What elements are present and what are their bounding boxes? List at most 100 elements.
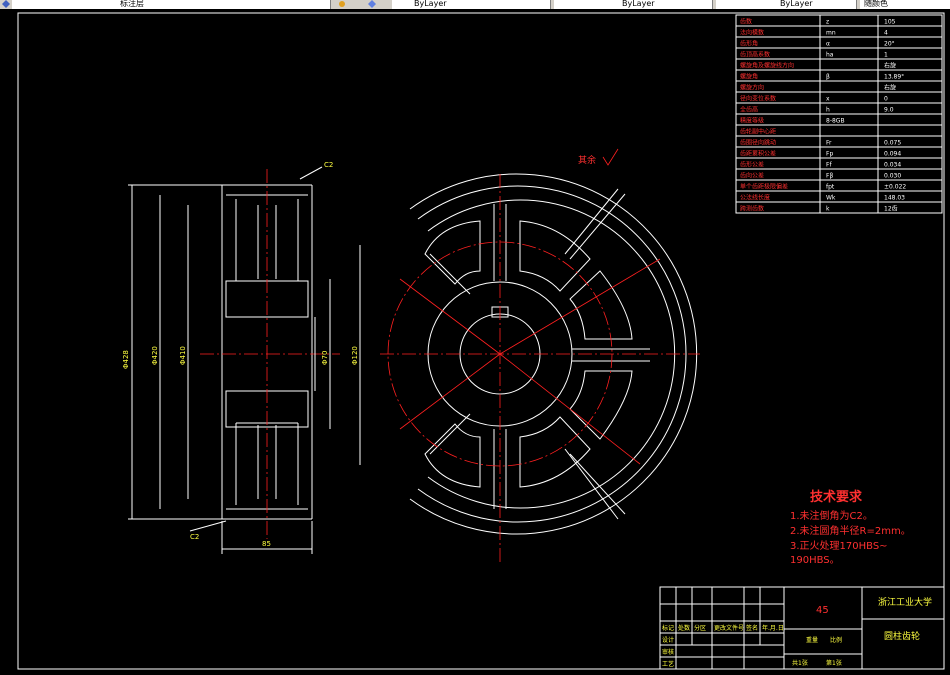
param-symbol: α bbox=[826, 40, 830, 47]
param-value: 148.03 bbox=[884, 194, 905, 201]
param-label: 跨测齿数 bbox=[740, 204, 764, 212]
param-symbol: Fr bbox=[826, 139, 832, 146]
dim-hub: Φ120 bbox=[351, 346, 359, 365]
dim-chamfer-top: C2 bbox=[324, 161, 333, 169]
lineweight-name: ByLayer bbox=[780, 0, 813, 8]
dim-width: 85 bbox=[262, 540, 271, 548]
layer-previous-icon[interactable] bbox=[368, 0, 376, 8]
tech-requirements: 技术要求 1.未注倒角为C2。 2.未注圆角半径R=2mm。 3.正火处理170… bbox=[790, 489, 911, 566]
param-symbol: mn bbox=[826, 29, 836, 36]
param-label: 精度等级 bbox=[740, 116, 764, 124]
param-symbol: Fp bbox=[826, 150, 833, 157]
tb-header-4: 签名 bbox=[746, 624, 758, 632]
tb-sheet-no: 第1张 bbox=[826, 659, 842, 667]
tb-row-label-2: 设计 bbox=[662, 636, 674, 644]
param-label: 螺旋角 bbox=[740, 72, 758, 80]
tb-school: 浙江工业大学 bbox=[878, 596, 932, 608]
tech-req-item-4: 190HBS。 bbox=[790, 555, 840, 566]
param-label: 齿向公差 bbox=[740, 171, 764, 179]
param-label: 齿圈径向跳动 bbox=[740, 138, 776, 146]
tech-req-title: 技术要求 bbox=[810, 489, 863, 505]
param-label: 法向模数 bbox=[740, 28, 764, 36]
param-value: 12齿 bbox=[884, 204, 898, 212]
param-label: 齿顶高系数 bbox=[740, 50, 770, 58]
param-value: 9.0 bbox=[884, 106, 894, 113]
param-symbol: ha bbox=[826, 51, 834, 58]
param-value: 右旋 bbox=[884, 83, 896, 91]
param-symbol: β bbox=[826, 73, 830, 80]
param-label: 齿形角 bbox=[740, 39, 758, 47]
tech-req-item-2: 2.未注圆角半径R=2mm。 bbox=[790, 524, 911, 537]
tb-row-label-1: 标记 bbox=[662, 624, 674, 632]
param-value: 0.075 bbox=[884, 139, 901, 146]
side-view-dims: Φ428 Φ420 Φ410 Φ120 Φ70 85 C2 C2 bbox=[122, 161, 359, 548]
param-value: 0.094 bbox=[884, 150, 901, 157]
color-dropdown[interactable]: ByLayer bbox=[392, 0, 551, 9]
param-symbol: x bbox=[826, 95, 830, 102]
param-symbol: h bbox=[826, 106, 830, 113]
tb-scale-label: 比例 bbox=[830, 636, 842, 644]
param-label: 螺旋角及螺旋线方向 bbox=[740, 61, 794, 69]
param-label: 全齿高 bbox=[740, 105, 758, 113]
linetype-dropdown[interactable]: ByLayer bbox=[554, 0, 713, 9]
param-value: 20° bbox=[884, 40, 895, 47]
param-value: 0.034 bbox=[884, 161, 901, 168]
tb-header-1: 处数 bbox=[678, 624, 690, 632]
param-table: 齿数 z 105法向模数 mn 4齿形角 α 20°齿顶高系数 ha 1螺旋角及螺旋线方向 右旋螺… bbox=[735, 14, 943, 214]
param-symbol: 8-8GB bbox=[826, 117, 845, 124]
color-name: ByLayer bbox=[414, 0, 447, 8]
drawing-svg: Φ428 Φ420 Φ410 Φ120 Φ70 85 C2 C2 其余 技术要求… bbox=[17, 12, 945, 670]
linetype-name: ByLayer bbox=[622, 0, 655, 8]
param-label: 径向变位系数 bbox=[740, 94, 776, 102]
param-label: 单个齿距极限偏差 bbox=[740, 182, 788, 190]
param-label: 齿形公差 bbox=[740, 160, 764, 168]
tb-header-3: 更改文件号 bbox=[714, 624, 744, 632]
tb-material: 45 bbox=[816, 605, 829, 616]
param-value: 0 bbox=[884, 95, 888, 102]
param-symbol: Wk bbox=[826, 194, 836, 201]
param-value: 1 bbox=[884, 51, 888, 58]
param-label: 齿轮副中心距 bbox=[740, 127, 776, 135]
tb-drawing-name: 圆柱齿轮 bbox=[884, 630, 920, 642]
param-symbol: Fβ bbox=[826, 172, 833, 179]
param-label: 螺旋方向 bbox=[740, 83, 764, 91]
layer-icon[interactable] bbox=[2, 0, 10, 8]
lineweight-dropdown[interactable]: ByLayer bbox=[716, 0, 857, 9]
surface-mark-text: 其余 bbox=[578, 154, 596, 166]
tech-req-item-3: 3.正火处理170HBS~ bbox=[790, 540, 888, 552]
param-symbol: k bbox=[826, 205, 830, 212]
param-value: 右旋 bbox=[884, 61, 896, 69]
dim-da: Φ428 bbox=[122, 350, 130, 369]
plotstyle-name: 随颜色 bbox=[864, 0, 888, 8]
param-label: 公法线长度 bbox=[740, 193, 770, 201]
tb-weight-label: 重量 bbox=[806, 636, 818, 644]
dim-chamfer-bottom: C2 bbox=[190, 533, 199, 541]
drawing-canvas[interactable]: Φ428 Φ420 Φ410 Φ120 Φ70 85 C2 C2 其余 技术要求… bbox=[0, 9, 950, 675]
param-label: 齿距累积公差 bbox=[740, 149, 776, 157]
param-symbol: fpt bbox=[826, 183, 835, 190]
param-value: ±0.022 bbox=[884, 183, 906, 190]
title-block: 45 浙江工业大学 圆柱齿轮 比例 重量 共1张 第1张 标记 设计 审核 工艺… bbox=[659, 586, 945, 670]
tb-sheet-total: 共1张 bbox=[792, 659, 808, 667]
param-symbol: z bbox=[826, 18, 829, 25]
layer-dropdown[interactable]: 标注层 bbox=[12, 0, 331, 9]
param-value: 0.030 bbox=[884, 172, 901, 179]
tb-header-5: 年.月.日 bbox=[762, 624, 784, 632]
dim-df: Φ410 bbox=[179, 346, 187, 365]
param-value: 105 bbox=[884, 18, 896, 25]
tech-req-item-1: 1.未注倒角为C2。 bbox=[790, 509, 873, 522]
tb-header-2: 分区 bbox=[694, 624, 706, 632]
match-properties-icon[interactable] bbox=[338, 0, 346, 8]
param-symbol: Ff bbox=[826, 161, 832, 168]
plotstyle-dropdown[interactable]: 随颜色 bbox=[860, 0, 950, 9]
front-view bbox=[380, 173, 700, 564]
dim-bore: Φ70 bbox=[321, 351, 329, 365]
param-label: 齿数 bbox=[740, 17, 752, 25]
tb-row-label-3: 审核 bbox=[662, 648, 674, 656]
dim-d: Φ420 bbox=[151, 346, 159, 365]
tb-row-label-4: 工艺 bbox=[662, 660, 674, 668]
roughness-symbol bbox=[602, 148, 619, 166]
drawing-frame bbox=[17, 12, 945, 670]
param-value: 13.89° bbox=[884, 73, 904, 80]
layer-name: 标注层 bbox=[120, 0, 144, 8]
